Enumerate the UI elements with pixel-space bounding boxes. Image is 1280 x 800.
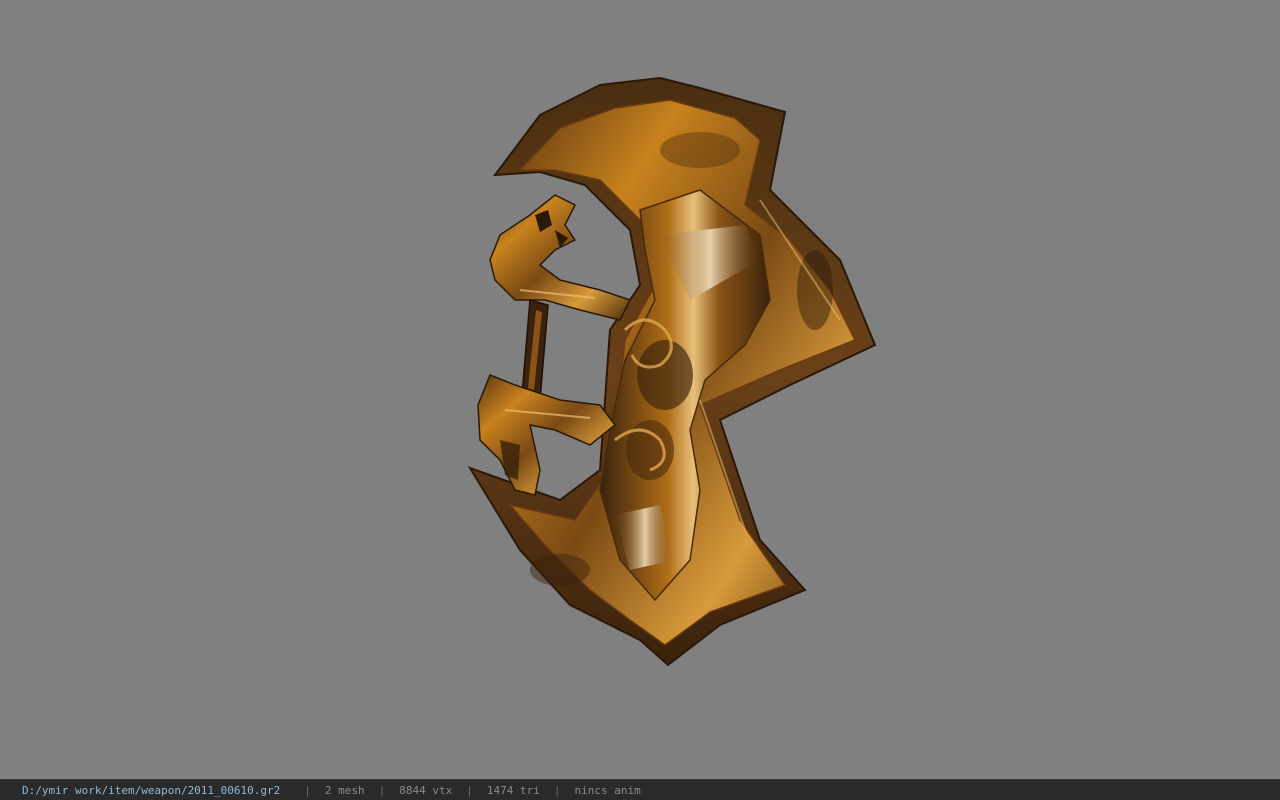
triangle-count: 1474 tri: [486, 783, 540, 797]
status-bar: D:/ymir work/item/weapon/2011_00610.gr2 …: [0, 779, 1280, 800]
mesh-count: 2 mesh: [324, 783, 365, 797]
weapon-upper-claw: [489, 194, 632, 321]
separator: |: [466, 783, 473, 797]
3d-viewport[interactable]: [0, 0, 1280, 779]
anim-status: nincs anim: [574, 783, 641, 797]
vertex-count: 8844 vtx: [399, 783, 453, 797]
separator: |: [553, 783, 561, 797]
separator: |: [304, 783, 311, 797]
separator: |: [378, 783, 386, 797]
weapon-model[interactable]: [0, 0, 1280, 779]
file-path: D:/ymir work/item/weapon/2011_00610.gr2: [22, 783, 281, 797]
